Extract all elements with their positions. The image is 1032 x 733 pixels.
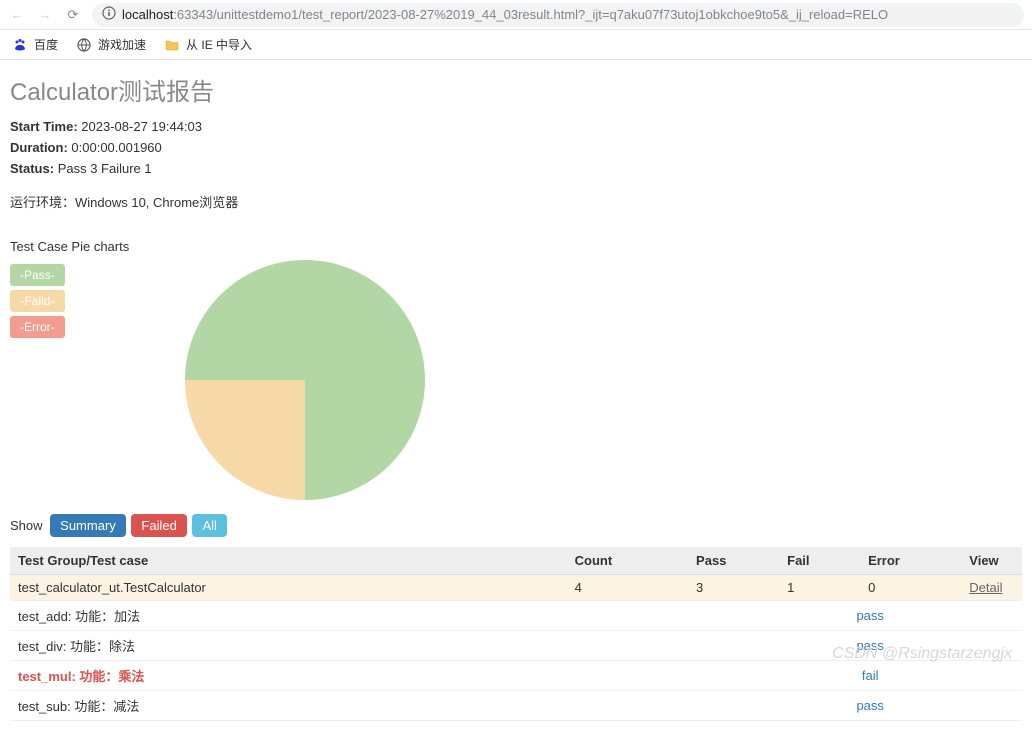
env-info: 运行环境：Windows 10, Chrome浏览器 <box>10 192 1022 211</box>
url-text: localhost:63343/unittestdemo1/test_repor… <box>122 7 888 22</box>
case-status-link[interactable]: pass <box>856 638 883 653</box>
table-case-row: test_add: 功能：加法 pass <box>10 601 1022 631</box>
detail-link[interactable]: Detail <box>969 580 1002 595</box>
filter-row: Show Summary Failed All <box>10 514 1022 537</box>
bookmark-label: 从 IE 中导入 <box>186 36 252 53</box>
bookmark-baidu[interactable]: 百度 <box>12 36 58 53</box>
pie-title: Test Case Pie charts <box>10 239 1022 254</box>
meta-duration: Duration: 0:00:00.001960 <box>10 140 1022 155</box>
info-icon <box>102 6 116 23</box>
pie-chart <box>185 260 425 500</box>
th-fail: Fail <box>779 547 860 575</box>
case-status-link[interactable]: pass <box>856 698 883 713</box>
group-fail: 1 <box>779 575 860 601</box>
bookmark-label: 百度 <box>34 36 58 53</box>
report-title: Calculator测试报告 <box>10 72 1022 107</box>
bookmark-ie-import[interactable]: 从 IE 中导入 <box>164 36 252 53</box>
table-group-row: test_calculator_ut.TestCalculator 4 3 1 … <box>10 575 1022 601</box>
forward-icon[interactable]: → <box>36 7 54 22</box>
case-name: test_div: 功能：除法 <box>10 631 567 661</box>
baidu-icon <box>12 37 28 53</box>
legend-error[interactable]: -Error- <box>10 316 65 338</box>
table-header-row: Test Group/Test case Count Pass Fail Err… <box>10 547 1022 575</box>
th-pass: Pass <box>688 547 779 575</box>
group-name: test_calculator_ut.TestCalculator <box>10 575 567 601</box>
th-group: Test Group/Test case <box>10 547 567 575</box>
legend-fail[interactable]: -Faild- <box>10 290 65 312</box>
filter-summary-button[interactable]: Summary <box>50 514 126 537</box>
th-view: View <box>961 547 1022 575</box>
globe-icon <box>76 37 92 53</box>
case-name: test_mul: 功能：乘法 <box>10 661 567 691</box>
address-bar[interactable]: localhost:63343/unittestdemo1/test_repor… <box>92 3 1024 27</box>
th-count: Count <box>567 547 688 575</box>
case-name: test_sub: 功能：减法 <box>10 691 567 721</box>
bookmark-gamespeed[interactable]: 游戏加速 <box>76 36 146 53</box>
table-case-row: test_mul: 功能：乘法 fail <box>10 661 1022 691</box>
folder-icon <box>164 37 180 53</box>
group-count: 4 <box>567 575 688 601</box>
reload-icon[interactable]: ⟳ <box>64 7 82 23</box>
pie-legend: -Pass- -Faild- -Error- <box>10 260 65 500</box>
meta-start-time: Start Time: 2023-08-27 19:44:03 <box>10 119 1022 134</box>
table-case-row: test_sub: 功能：减法 pass <box>10 691 1022 721</box>
table-case-row: test_div: 功能：除法 pass <box>10 631 1022 661</box>
case-name: test_add: 功能：加法 <box>10 601 567 631</box>
filter-failed-button[interactable]: Failed <box>131 514 186 537</box>
pie-section: Test Case Pie charts -Pass- -Faild- -Err… <box>10 239 1022 500</box>
back-icon[interactable]: ← <box>8 7 26 22</box>
filter-label: Show <box>10 518 43 533</box>
filter-all-button[interactable]: All <box>192 514 226 537</box>
page-content: Calculator测试报告 Start Time: 2023-08-27 19… <box>0 60 1032 733</box>
th-error: Error <box>860 547 961 575</box>
case-status-link[interactable]: pass <box>856 608 883 623</box>
legend-pass[interactable]: -Pass- <box>10 264 65 286</box>
results-table: Test Group/Test case Count Pass Fail Err… <box>10 547 1022 721</box>
bookmark-label: 游戏加速 <box>98 36 146 53</box>
bookmarks-bar: 百度 游戏加速 从 IE 中导入 <box>0 30 1032 60</box>
group-pass: 3 <box>688 575 779 601</box>
group-error: 0 <box>860 575 961 601</box>
browser-toolbar: ← → ⟳ localhost:63343/unittestdemo1/test… <box>0 0 1032 30</box>
meta-status: Status: Pass 3 Failure 1 <box>10 161 1022 176</box>
